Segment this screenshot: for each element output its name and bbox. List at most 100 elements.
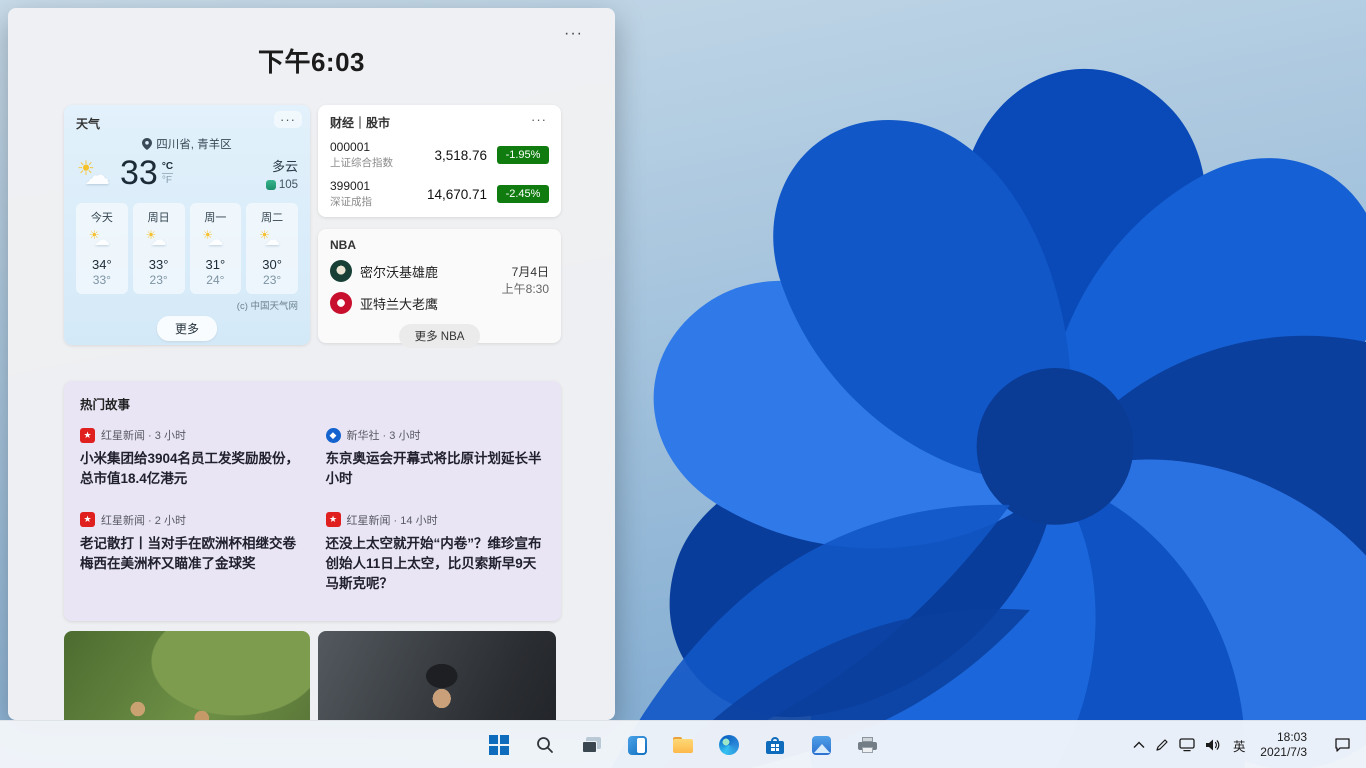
notification-center-button[interactable] — [1329, 727, 1356, 763]
weather-more-button[interactable]: 更多 — [157, 316, 217, 341]
story-item[interactable]: ★ 红星新闻 · 2 小时 老记散打丨当对手在欧洲杯相继交卷 梅西在美洲杯又瞄准… — [80, 512, 300, 595]
aqi-row: 105 — [266, 179, 298, 191]
widgets-header: 下午6:03 ··· — [8, 8, 615, 105]
ime-indicator[interactable]: 英 — [1226, 727, 1252, 763]
story-headline: 小米集团给3904名员工发奖励股份，总市值18.4亿港元 — [80, 449, 300, 490]
printer-icon — [858, 737, 877, 753]
stories-title: 热门故事 — [80, 394, 545, 413]
story-meta: ★ 红星新闻 · 14 小时 — [326, 512, 546, 528]
weather-menu-button[interactable]: ··· — [274, 111, 302, 128]
unit-toggle[interactable]: °C °F — [162, 161, 173, 186]
photos-icon — [812, 736, 831, 755]
story-headline: 老记散打丨当对手在欧洲杯相继交卷 梅西在美洲杯又瞄准了金球奖 — [80, 534, 300, 575]
store-icon — [766, 737, 784, 754]
forecast-strip: 今天 ☀☁ 34° 33° 周日 ☀☁ 33° 23° 周一 — [76, 203, 298, 294]
hongxing-news-icon: ★ — [326, 512, 341, 527]
hongxing-news-icon: ★ — [80, 512, 95, 527]
sun-cloud-icon: ☀☁ — [202, 228, 228, 250]
stock-row[interactable]: 000001 上证综合指数 3,518.76 -1.95% — [330, 140, 549, 170]
unit-celsius[interactable]: °C — [162, 161, 173, 174]
taskbar-center — [479, 721, 887, 768]
forecast-day[interactable]: 今天 ☀☁ 34° 33° — [76, 203, 128, 294]
story-headline: 还没上太空就开始“内卷”？维珍宣布创始人11日上太空，比贝索斯早9天 马斯克呢？ — [326, 534, 546, 595]
task-view-button[interactable] — [571, 725, 611, 765]
partly-cloudy-icon: ☀☁ — [89, 228, 115, 250]
hawks-logo — [330, 292, 352, 314]
weather-location-row[interactable]: 四川省, 青羊区 — [76, 136, 298, 152]
volume-tray-button[interactable] — [1200, 727, 1226, 763]
team-row[interactable]: 密尔沃基雄鹿 — [330, 260, 502, 282]
weather-current: ☀☁ 33 °C °F 多云 105 — [76, 154, 298, 193]
story-headline: 东京奥运会开幕式将比原计划延长半小时 — [326, 449, 546, 490]
clock-tray-button[interactable]: 18:03 2021/7/3 — [1252, 727, 1315, 763]
weather-condition: 多云 — [272, 159, 298, 174]
aqi-value: 105 — [279, 179, 298, 191]
forecast-day[interactable]: 周一 ☀☁ 31° 24° — [190, 203, 242, 294]
nba-widget[interactable]: NBA 密尔沃基雄鹿 亚特兰大老鹰 — [318, 229, 561, 343]
panel-menu-button[interactable]: ··· — [558, 22, 589, 46]
weather-widget[interactable]: 天气 ··· 四川省, 青羊区 ☀☁ 33 °C °F — [64, 105, 310, 345]
story-image[interactable] — [64, 631, 310, 720]
tray-date: 2021/7/3 — [1260, 745, 1307, 760]
widgets-panel: 下午6:03 ··· 天气 ··· 四川省, 青羊区 ☀☁ 33 — [8, 8, 615, 720]
stock-row[interactable]: 399001 深证成指 14,670.71 -2.45% — [330, 179, 549, 209]
team-name: 亚特兰大老鹰 — [360, 294, 438, 313]
task-view-icon — [582, 737, 601, 753]
stock-name: 上证综合指数 — [330, 155, 434, 170]
aqi-icon — [266, 180, 276, 190]
widgets-body: 天气 ··· 四川省, 青羊区 ☀☁ 33 °C °F — [8, 105, 615, 720]
photo-story-row — [64, 631, 561, 720]
weather-condition-block: 多云 105 — [266, 156, 298, 191]
printer-app-button[interactable] — [847, 725, 887, 765]
current-temperature: 33 — [120, 154, 158, 193]
forecast-day[interactable]: 周日 ☀☁ 33° 23° — [133, 203, 185, 294]
speaker-icon — [1205, 738, 1221, 752]
location-pin-icon — [142, 138, 152, 150]
game-time: 上午8:30 — [502, 281, 549, 298]
network-tray-button[interactable] — [1174, 727, 1200, 763]
start-button[interactable] — [479, 725, 519, 765]
stock-code: 399001 — [330, 179, 427, 193]
team-row[interactable]: 亚特兰大老鹰 — [330, 292, 502, 314]
tray-time: 18:03 — [1260, 730, 1307, 745]
game-datetime: 7月4日 上午8:30 — [502, 260, 549, 324]
finance-title: 财经｜股市 — [330, 114, 549, 131]
nba-title: NBA — [330, 238, 549, 252]
pen-icon — [1155, 738, 1169, 752]
finance-widget[interactable]: 财经｜股市 ··· 000001 上证综合指数 3,518.76 -1.95% — [318, 105, 561, 217]
game-date: 7月4日 — [502, 264, 549, 281]
desktop: 下午6:03 ··· 天气 ··· 四川省, 青羊区 ☀☁ 33 — [0, 0, 1366, 768]
folder-icon — [673, 737, 693, 753]
team-name: 密尔沃基雄鹿 — [360, 262, 438, 281]
widgets-button[interactable] — [617, 725, 657, 765]
system-tray: 英 18:03 2021/7/3 — [1128, 721, 1366, 768]
edge-button[interactable] — [709, 725, 749, 765]
widgets-icon — [628, 736, 647, 755]
xinhua-news-icon: ◆ — [326, 428, 341, 443]
store-button[interactable] — [755, 725, 795, 765]
stock-change-badge: -1.95% — [497, 146, 549, 164]
weather-title: 天气 — [76, 115, 298, 132]
story-item[interactable]: ◆ 新华社 · 3 小时 东京奥运会开幕式将比原计划延长半小时 — [326, 427, 546, 490]
bucks-logo — [330, 260, 352, 282]
chevron-up-icon — [1133, 741, 1145, 749]
photos-button[interactable] — [801, 725, 841, 765]
file-explorer-button[interactable] — [663, 725, 703, 765]
story-meta: ★ 红星新闻 · 2 小时 — [80, 512, 300, 528]
story-item[interactable]: ★ 红星新闻 · 14 小时 还没上太空就开始“内卷”？维珍宣布创始人11日上太… — [326, 512, 546, 595]
comment-icon — [1334, 737, 1351, 753]
story-image[interactable] — [318, 631, 556, 720]
weather-copyright: (c) 中国天气网 — [76, 298, 298, 312]
story-item[interactable]: ★ 红星新闻 · 3 小时 小米集团给3904名员工发奖励股份，总市值18.4亿… — [80, 427, 300, 490]
tray-chevron-button[interactable] — [1128, 727, 1150, 763]
unit-fahrenheit[interactable]: °F — [162, 174, 173, 186]
pen-tray-button[interactable] — [1150, 727, 1174, 763]
cloudy-icon: ☀☁ — [259, 228, 285, 250]
network-icon — [1179, 738, 1195, 752]
finance-menu-button[interactable]: ··· — [525, 111, 553, 128]
forecast-day[interactable]: 周二 ☀☁ 30° 23° — [246, 203, 298, 294]
nba-more-button[interactable]: 更多 NBA — [399, 324, 481, 348]
stock-change-badge: -2.45% — [497, 185, 549, 203]
search-button[interactable] — [525, 725, 565, 765]
hongxing-news-icon: ★ — [80, 428, 95, 443]
